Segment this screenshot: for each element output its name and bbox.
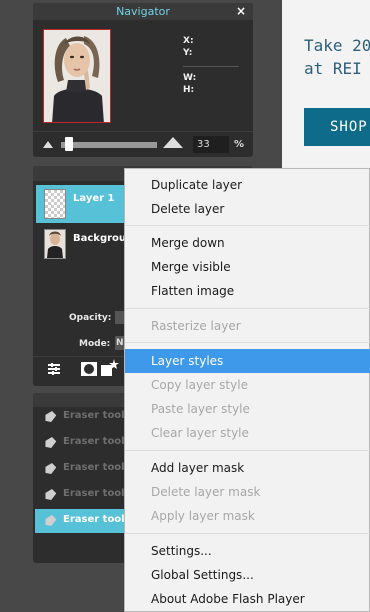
eraser-icon [44, 515, 58, 526]
zoom-unit: % [234, 139, 245, 150]
menu-item-delete-layer[interactable]: Delete layer [125, 197, 370, 221]
x-label: X: [183, 36, 194, 46]
menu-separator [125, 225, 370, 226]
navigator-preview-image[interactable] [43, 29, 111, 123]
zoom-out-icon[interactable] [43, 141, 53, 148]
menu-item-merge-down[interactable]: Merge down [125, 231, 370, 255]
menu-item-merge-visible[interactable]: Merge visible [125, 255, 370, 279]
zoom-in-icon[interactable] [163, 137, 183, 148]
eraser-icon [44, 489, 58, 500]
menu-item-paste-layer-style: Paste layer style [151, 402, 250, 416]
menu-item-clear-layer-style: Clear layer style [151, 426, 249, 440]
ad-headline: Take 20 at REI [304, 36, 370, 78]
context-menu: Duplicate layer Delete layer Merge down … [124, 168, 370, 612]
portrait-image [44, 30, 110, 122]
history-item[interactable]: Eraser tool [35, 509, 131, 533]
zoom-slider[interactable] [61, 142, 157, 148]
divider [183, 66, 239, 67]
layer-row[interactable]: Background [36, 225, 140, 263]
adjustments-icon[interactable] [47, 362, 61, 380]
zoom-row: 33 % [33, 131, 253, 157]
menu-item-copy-layer-style: Copy layer style [151, 378, 248, 392]
navigator-panel: Navigator × X: Y: W: H: 33 % [33, 3, 253, 157]
history-item-label: Eraser tool [63, 462, 125, 473]
history-item[interactable]: Eraser tool [35, 457, 131, 481]
navigator-title-bar[interactable]: Navigator × [33, 3, 253, 20]
history-item-label: Eraser tool [63, 410, 125, 421]
layer-name: Layer 1 [73, 193, 115, 204]
history-item-label: Eraser tool [63, 514, 125, 525]
menu-item-apply-layer-mask: Apply layer mask [151, 509, 255, 523]
layer-effects-icon[interactable] [101, 359, 119, 381]
close-icon[interactable]: × [236, 3, 246, 20]
history-item[interactable]: Eraser tool [35, 431, 131, 455]
eraser-icon [44, 437, 58, 448]
history-item[interactable]: Eraser tool [35, 483, 131, 507]
menu-item-delete-layer-mask: Delete layer mask [151, 485, 261, 499]
menu-item-flatten-image[interactable]: Flatten image [125, 279, 370, 303]
menu-item-duplicate-layer[interactable]: Duplicate layer [125, 173, 370, 197]
history-item[interactable]: Eraser tool [35, 405, 131, 429]
layer-thumbnail [44, 189, 66, 219]
menu-separator [125, 342, 370, 343]
menu-item-global-settings[interactable]: Global Settings... [125, 563, 370, 587]
zoom-slider-handle[interactable] [65, 137, 73, 151]
zoom-input[interactable]: 33 [193, 136, 229, 153]
menu-item-add-layer-mask[interactable]: Add layer mask [125, 456, 370, 480]
menu-separator [125, 450, 370, 451]
eraser-icon [44, 463, 58, 474]
coords-xy: X: Y: [183, 35, 194, 59]
mode-label: Mode: [79, 339, 111, 349]
y-label: Y: [183, 48, 193, 58]
layer-row[interactable]: Layer 1 [36, 185, 126, 223]
menu-item-settings[interactable]: Settings... [125, 539, 370, 563]
layer-mask-icon[interactable] [81, 362, 97, 380]
coords-wh: W: H: [183, 72, 196, 96]
history-item-label: Eraser tool [63, 488, 125, 499]
layer-thumbnail [44, 229, 66, 259]
menu-item-layer-styles[interactable]: Layer styles [125, 349, 370, 373]
menu-separator [125, 308, 370, 309]
ad-banner[interactable]: Take 20 at REI SHOP [282, 0, 370, 170]
w-label: W: [183, 73, 197, 83]
menu-item-rasterize-layer: Rasterize layer [151, 319, 241, 333]
ad-shop-button[interactable]: SHOP [304, 108, 370, 146]
eraser-icon [44, 411, 58, 422]
history-panel: Eraser tool Eraser tool Eraser tool Eras… [33, 393, 133, 563]
menu-item-about-flash-player[interactable]: About Adobe Flash Player 22.0.0.209... [125, 587, 370, 611]
opacity-label: Opacity: [69, 313, 112, 323]
navigator-title: Navigator [116, 5, 170, 18]
menu-separator [125, 533, 370, 534]
h-label: H: [183, 85, 195, 95]
background-thumbnail-image [45, 230, 65, 258]
history-item-label: Eraser tool [63, 436, 125, 447]
